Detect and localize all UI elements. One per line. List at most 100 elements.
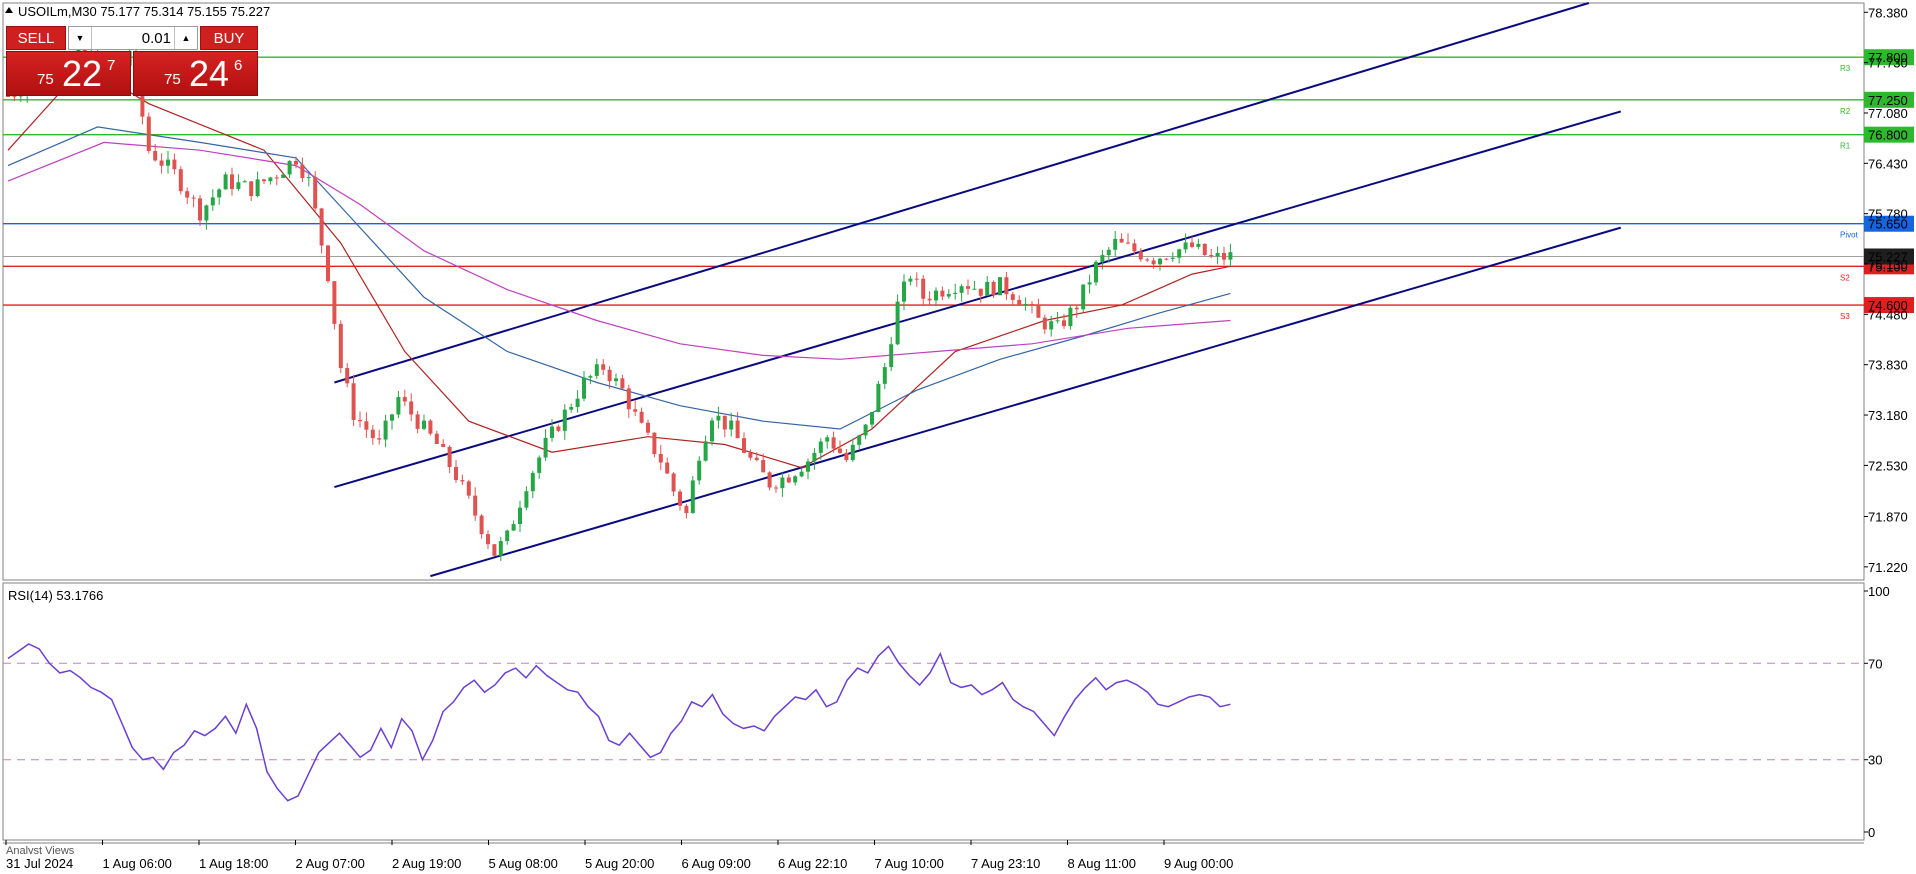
candle-body (550, 426, 554, 438)
candle-body (1068, 307, 1073, 327)
time-tick-label: 6 Aug 09:00 (682, 856, 751, 871)
collapse-triangle-icon[interactable] (5, 7, 13, 13)
rsi-tick-label: 0 (1868, 825, 1875, 840)
time-tick-label: 5 Aug 08:00 (489, 856, 558, 871)
candle-body (166, 159, 170, 166)
candle-body (1215, 252, 1220, 257)
sell-button[interactable]: SELL (6, 26, 66, 50)
candle-body (1138, 251, 1143, 260)
candle-body (998, 277, 1002, 296)
candle-body (966, 286, 970, 289)
candle-body (985, 281, 990, 296)
time-tick-label: 6 Aug 22:10 (778, 856, 847, 871)
candle-body (780, 477, 785, 489)
candle-body (633, 409, 638, 412)
candle-body (358, 419, 362, 422)
candle-body (1004, 277, 1009, 295)
buy-price-main: 24 (189, 53, 230, 94)
candle-body (473, 495, 478, 516)
time-tick-label: 2 Aug 07:00 (296, 856, 365, 871)
candle-body (946, 293, 951, 297)
rsi-panel: 100 70 30 0 (3, 584, 1890, 840)
candle-body (991, 281, 996, 296)
candle-body (383, 420, 388, 440)
time-axis: 31 Jul 2024 1 Aug 06:00 1 Aug 18:00 2 Aug 0… (5, 840, 1233, 871)
candle-body (274, 177, 279, 179)
candle-body (12, 96, 17, 98)
time-tick-label: 9 Aug 00:00 (1164, 856, 1233, 871)
candle-body (601, 364, 606, 370)
candle-body (543, 437, 548, 458)
candle-body (505, 530, 510, 542)
one-click-trading-panel: SELL ▼ ▲ BUY 75 22 7 75 24 6 (6, 26, 258, 96)
candle-body (658, 453, 663, 463)
candle-body (498, 541, 503, 556)
price-tick-label: 71.870 (1868, 509, 1908, 524)
candle-body (1049, 321, 1054, 330)
candle-body (569, 406, 574, 410)
buy-button[interactable]: BUY (200, 26, 258, 50)
candle-body (1036, 305, 1041, 318)
candle-body (441, 443, 446, 447)
sell-price-point: 7 (107, 57, 116, 74)
candle-body (831, 437, 836, 449)
candle-body (1228, 252, 1233, 260)
candle-body (754, 457, 759, 461)
candle-body (153, 150, 158, 161)
candle-body (146, 116, 151, 151)
candle-body (159, 160, 164, 166)
candle-body (306, 177, 311, 179)
candle-body (1017, 299, 1022, 305)
candle-body (850, 444, 855, 461)
candle-body (204, 205, 209, 221)
candle-body (332, 281, 337, 324)
lot-decrease-icon[interactable]: ▼ (69, 27, 92, 49)
candle-body (1132, 243, 1137, 252)
time-tick-label: 1 Aug 06:00 (103, 856, 172, 871)
price-tick-label: 72.530 (1868, 458, 1908, 473)
candle-body (799, 471, 804, 477)
candle-body (742, 438, 746, 453)
candle-body (882, 367, 887, 384)
rsi-pane-border (2, 582, 1865, 841)
candle-body (678, 491, 682, 506)
candle-body (518, 507, 522, 525)
level-marker-label: R1 (1840, 142, 1851, 151)
candle-body (582, 377, 586, 399)
candle-body (415, 414, 420, 429)
sell-price-box[interactable]: 75 22 7 (6, 51, 131, 96)
candle-body (1119, 238, 1124, 243)
candle-body (1222, 252, 1226, 260)
price-tick-label: 78.380 (1868, 5, 1908, 20)
candle-body (402, 397, 407, 402)
candle-body (428, 420, 433, 434)
lot-increase-icon[interactable]: ▲ (174, 27, 197, 49)
price-tick-label: 73.830 (1868, 358, 1908, 373)
candle-body (889, 344, 894, 368)
price-tick-label: 75.130 (1868, 257, 1908, 272)
candle-body (313, 177, 318, 209)
candle-body (876, 383, 881, 413)
candle-body (710, 420, 714, 442)
candle-body (793, 476, 798, 483)
candle-body (626, 388, 631, 410)
candle-body (940, 290, 945, 297)
candle-body (1177, 249, 1182, 258)
candle-body (972, 288, 977, 290)
price-pane-border (2, 2, 1865, 581)
candle-body (249, 181, 254, 197)
candle-body (1074, 307, 1079, 310)
candle-body (1151, 260, 1156, 265)
candle-body (1010, 294, 1015, 300)
candle-body (825, 437, 830, 442)
analyst-views-tab[interactable]: Analyst Views (6, 845, 74, 854)
candle-body (1158, 258, 1162, 265)
channel-line (334, 2, 1590, 384)
candle-body (838, 448, 842, 453)
lot-size-input[interactable] (93, 28, 171, 48)
candle-body (1196, 243, 1201, 247)
candle-body (351, 383, 356, 420)
candle-body (806, 461, 810, 472)
buy-price-box[interactable]: 75 24 6 (133, 51, 258, 96)
price-tick-label: 76.430 (1868, 156, 1908, 171)
